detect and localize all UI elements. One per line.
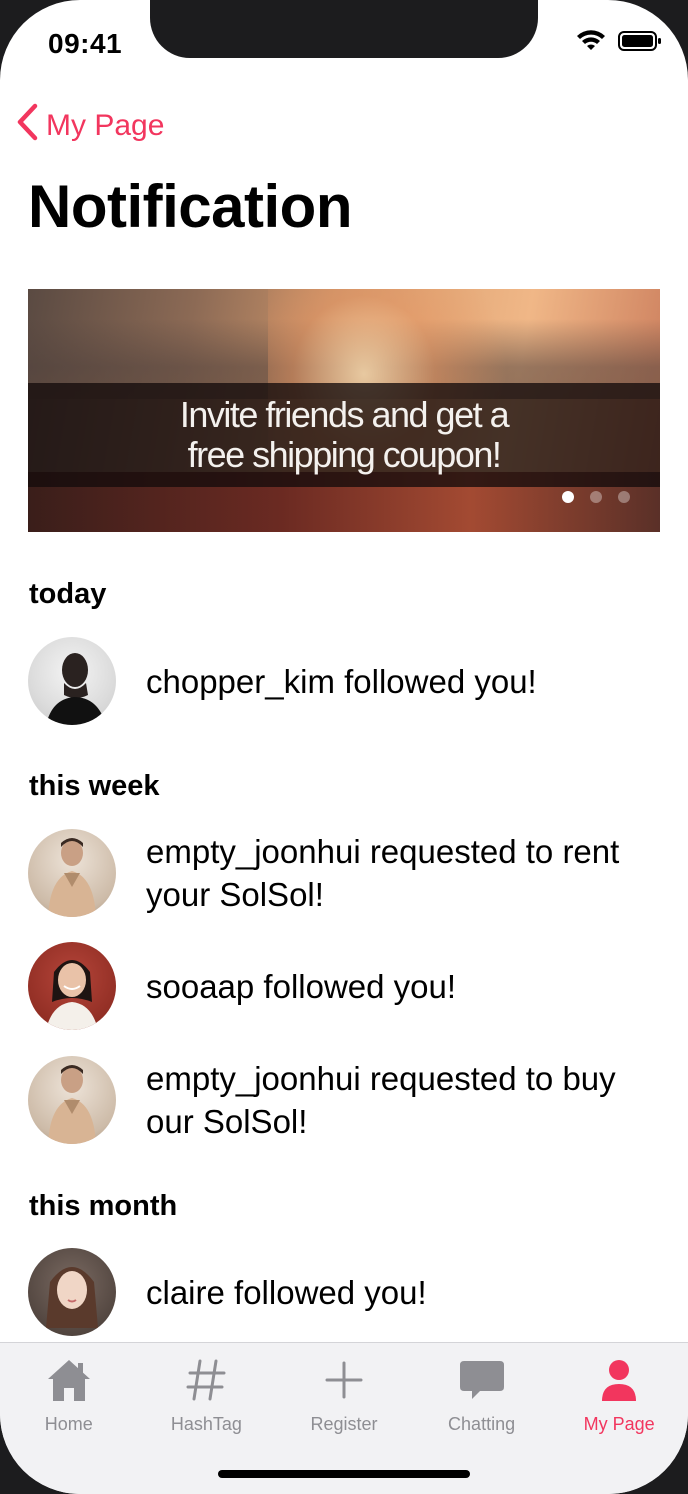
back-button-label: My Page bbox=[46, 109, 165, 142]
page-dot[interactable] bbox=[562, 491, 574, 503]
phone-screen: 09:41 My Page Notification Invite friend… bbox=[0, 0, 688, 1494]
avatar[interactable] bbox=[28, 1248, 116, 1336]
notification-text: empty_joonhui requested to rent your Sol… bbox=[146, 833, 620, 913]
section-header-this-month: this month bbox=[29, 1190, 178, 1222]
notification-text: sooaap followed you! bbox=[146, 967, 457, 1005]
back-button[interactable]: My Page bbox=[14, 102, 164, 150]
home-icon bbox=[45, 1357, 93, 1408]
tab-label: Chatting bbox=[448, 1414, 516, 1434]
avatar[interactable] bbox=[28, 829, 116, 917]
banner-line-1: Invite friends and get a bbox=[179, 394, 510, 435]
hashtag-icon bbox=[182, 1357, 230, 1408]
page-title: Notification bbox=[28, 173, 352, 240]
notification-text: chopper_kim followed you! bbox=[146, 662, 537, 700]
tab-my-page[interactable]: My Page bbox=[550, 1343, 688, 1494]
notification-row[interactable]: claire followed you! bbox=[28, 1248, 668, 1336]
status-time: 09:41 bbox=[48, 28, 123, 59]
plus-icon bbox=[320, 1357, 368, 1408]
notification-row[interactable]: empty_joonhui requested to buy our SolSo… bbox=[28, 1056, 668, 1144]
section-header-today: today bbox=[29, 578, 107, 610]
page-indicator[interactable] bbox=[562, 491, 630, 503]
avatar[interactable] bbox=[28, 637, 116, 725]
status-icons bbox=[576, 30, 662, 57]
notification-row[interactable]: empty_joonhui requested to rent your Sol… bbox=[28, 829, 668, 917]
chat-bubble-icon bbox=[458, 1357, 506, 1408]
home-indicator[interactable] bbox=[218, 1470, 470, 1478]
tab-label: HashTag bbox=[170, 1414, 242, 1434]
banner-caption: Invite friends and get a free shipping c… bbox=[28, 383, 660, 487]
avatar[interactable] bbox=[28, 1056, 116, 1144]
person-icon bbox=[595, 1357, 643, 1408]
tab-label: Home bbox=[44, 1414, 93, 1434]
tab-label: My Page bbox=[583, 1414, 655, 1434]
notification-text: empty_joonhui requested to buy our SolSo… bbox=[146, 1060, 616, 1140]
chevron-left-icon bbox=[14, 102, 40, 150]
page-dot[interactable] bbox=[590, 491, 602, 503]
notification-row[interactable]: chopper_kim followed you! bbox=[28, 637, 668, 725]
notification-row[interactable]: sooaap followed you! bbox=[28, 942, 668, 1030]
device-notch bbox=[150, 0, 538, 58]
tab-label: Register bbox=[310, 1414, 378, 1434]
wifi-icon bbox=[576, 30, 606, 57]
section-header-this-week: this week bbox=[29, 770, 160, 802]
tab-home[interactable]: Home bbox=[0, 1343, 138, 1494]
promo-banner[interactable]: Invite friends and get a free shipping c… bbox=[28, 289, 660, 532]
battery-icon bbox=[618, 30, 662, 57]
banner-line-2: free shipping coupon! bbox=[187, 434, 502, 475]
notification-text: claire followed you! bbox=[146, 1273, 427, 1311]
page-dot[interactable] bbox=[618, 491, 630, 503]
avatar[interactable] bbox=[28, 942, 116, 1030]
